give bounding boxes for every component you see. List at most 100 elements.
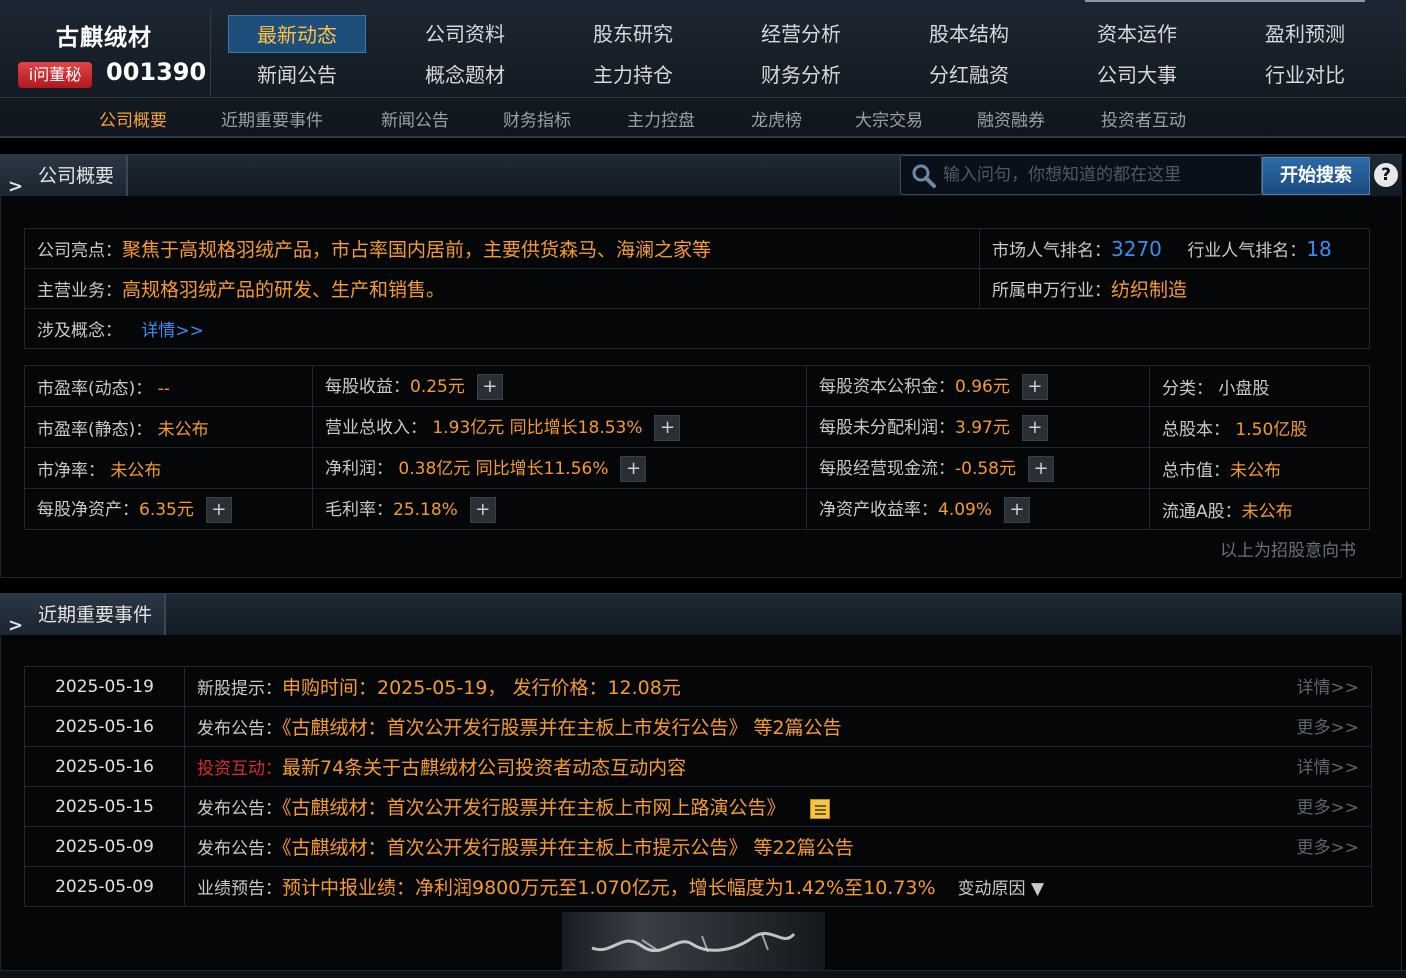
industry-rank-value[interactable]: 18 <box>1306 237 1331 261</box>
concept-details-link[interactable]: 详情>> <box>141 321 204 341</box>
highlight-row: 公司亮点：聚焦于高规格羽绒产品，市占率国内居前，主要供货森马、海澜之家等 市场人… <box>24 228 1370 269</box>
business-cell: 主营业务：高规格羽绒产品的研发、生产和销售。 <box>24 268 980 309</box>
nav-shareholder-research[interactable]: 股东研究 <box>564 15 702 53</box>
bottom-bar <box>0 970 1406 978</box>
bvps-value: 6.35元 <box>139 500 194 520</box>
expand-plus-icon[interactable]: + <box>1028 456 1054 482</box>
float-a-value: 未公布 <box>1241 501 1293 522</box>
nav-concepts[interactable]: 概念题材 <box>396 56 534 94</box>
change-reason-toggle[interactable]: 变动原因 ▼ <box>958 879 1044 899</box>
event-body: 发布公告：《古麒绒材：首次公开发行股票并在主板上市提示公告》 等22篇公告 更多… <box>184 826 1372 867</box>
market-cap-label: 总市值： <box>1162 460 1230 481</box>
expand-plus-icon[interactable]: + <box>1021 415 1048 441</box>
stock-code: 001390 <box>106 58 207 86</box>
event-text[interactable]: 《古麒绒材：首次公开发行股票并在主板上市网上路演公告》 <box>282 797 786 819</box>
nav-profit-forecast[interactable]: 盈利预测 <box>1236 15 1374 53</box>
nav-dividend-financing[interactable]: 分红融资 <box>900 56 1038 94</box>
event-text[interactable]: 预计中报业绩：净利润9800万元至1.070亿元，增长幅度为1.42%至10.7… <box>282 877 936 899</box>
event-more-link[interactable]: 详情>> <box>1297 753 1360 778</box>
nav-company-info[interactable]: 公司资料 <box>396 15 534 53</box>
metric-cell: 每股经营现金流：-0.58元 + <box>806 447 1150 489</box>
events-header: > 近期重要事件 <box>0 593 1402 636</box>
business-label: 主营业务： <box>37 281 122 301</box>
event-text[interactable]: 《古麒绒材：首次公开发行股票并在主板上市发行公告》 等2篇公告 <box>282 717 842 739</box>
nav-main-holdings[interactable]: 主力持仓 <box>564 56 702 94</box>
metric-cell: 总股本： 1.50亿股 <box>1149 406 1370 448</box>
market-rank-value[interactable]: 3270 <box>1111 237 1162 261</box>
subnav-investor-interaction[interactable]: 投资者互动 <box>1101 106 1186 131</box>
event-type: 新股提示： <box>197 679 282 699</box>
nav-news-announcements[interactable]: 新闻公告 <box>228 56 366 94</box>
nav-company-events[interactable]: 公司大事 <box>1068 56 1206 94</box>
expand-plus-icon[interactable]: + <box>469 497 496 523</box>
nav-operation-analysis[interactable]: 经营分析 <box>732 15 870 53</box>
bvps-label: 每股净资产： <box>37 500 139 520</box>
prospectus-note: 以上为招股意向书 <box>1220 541 1356 561</box>
subnav-dragon-tiger[interactable]: 龙虎榜 <box>751 106 802 131</box>
op-cashflow-label: 每股经营现金流： <box>819 459 955 479</box>
expand-plus-icon[interactable]: + <box>476 374 503 400</box>
pe-static-value: 未公布 <box>157 419 209 440</box>
metric-cell: 每股净资产：6.35元 + <box>24 488 313 530</box>
subnav-margin-trading[interactable]: 融资融券 <box>977 106 1045 131</box>
sub-navigation: 公司概要 近期重要事件 新闻公告 财务指标 主力控盘 龙虎榜 大宗交易 融资融券… <box>0 97 1406 137</box>
event-body: 投资互动：最新74条关于古麒绒材公司投资者动态互动内容 详情>> <box>184 746 1372 787</box>
metric-cell: 净利润： 0.38亿元 同比增长11.56% + <box>312 447 807 489</box>
document-icon[interactable] <box>809 799 830 819</box>
subnav-recent-events[interactable]: 近期重要事件 <box>221 106 323 131</box>
metric-cell: 分类： 小盘股 <box>1149 365 1370 407</box>
event-row: 2025-05-19 新股提示：申购时间：2025-05-19， 发行价格：12… <box>24 666 1372 707</box>
event-date: 2025-05-19 <box>24 666 185 707</box>
subnav-news[interactable]: 新闻公告 <box>381 106 449 131</box>
net-profit-label: 净利润： <box>325 459 393 479</box>
event-more-link[interactable]: 更多>> <box>1297 833 1360 858</box>
event-text[interactable]: 最新74条关于古麒绒材公司投资者动态互动内容 <box>282 757 686 779</box>
expand-plus-icon[interactable]: + <box>1004 497 1031 523</box>
event-type: 发布公告： <box>197 839 282 859</box>
subnav-financial-indicators[interactable]: 财务指标 <box>503 106 571 131</box>
event-more-link[interactable]: 更多>> <box>1297 793 1360 818</box>
subnav-main-control[interactable]: 主力控盘 <box>627 106 695 131</box>
subnav-company-summary[interactable]: 公司概要 <box>99 106 167 131</box>
nav-latest-news[interactable]: 最新动态 <box>228 15 366 53</box>
event-type: 发布公告： <box>197 719 282 739</box>
event-row: 2025-05-15 发布公告：《古麒绒材：首次公开发行股票并在主板上市网上路演… <box>24 786 1372 827</box>
sw-industry-value[interactable]: 纺织制造 <box>1111 279 1187 301</box>
event-body: 新股提示：申购时间：2025-05-19， 发行价格：12.08元 详情>> <box>184 666 1372 707</box>
event-text[interactable]: 《古麒绒材：首次公开发行股票并在主板上市提示公告》 等22篇公告 <box>282 837 854 859</box>
help-icon[interactable]: ? <box>1374 163 1398 187</box>
roe-label: 净资产收益率： <box>819 500 938 520</box>
event-more-link[interactable]: 详情>> <box>1297 673 1360 698</box>
eps-label: 每股收益： <box>325 377 410 397</box>
highlight-label: 公司亮点： <box>37 241 122 261</box>
nav-capital-operation[interactable]: 资本运作 <box>1068 15 1206 53</box>
capital-reserve-label: 每股资本公积金： <box>819 377 955 397</box>
net-profit-value: 0.38亿元 同比增长11.56% <box>398 459 609 479</box>
market-cap-value: 未公布 <box>1230 460 1281 481</box>
roe-value: 4.09% <box>938 500 993 520</box>
event-row: 2025-05-09 发布公告：《古麒绒材：首次公开发行股票并在主板上市提示公告… <box>24 826 1372 867</box>
recent-events-table: 2025-05-19 新股提示：申购时间：2025-05-19， 发行价格：12… <box>24 666 1372 907</box>
float-a-label: 流通A股： <box>1162 501 1242 522</box>
nav-share-structure[interactable]: 股本结构 <box>900 15 1038 53</box>
event-text[interactable]: 申购时间：2025-05-19， 发行价格：12.08元 <box>282 677 681 699</box>
search-button[interactable]: 开始搜索 <box>1262 157 1370 195</box>
search-input[interactable] <box>943 158 1253 192</box>
highlight-text: 聚焦于高规格羽绒产品，市占率国内居前，主要供货森马、海澜之家等 <box>122 239 712 261</box>
business-row: 主营业务：高规格羽绒产品的研发、生产和销售。 所属申万行业：纺织制造 <box>24 268 1370 309</box>
concept-row: 涉及概念： 详情>> <box>24 308 1370 349</box>
nav-financial-analysis[interactable]: 财务分析 <box>732 56 870 94</box>
ask-secretary-badge[interactable]: i问董秘 <box>18 62 92 88</box>
highlight-cell: 公司亮点：聚焦于高规格羽绒产品，市占率国内居前，主要供货森马、海澜之家等 <box>24 228 980 269</box>
pe-dynamic-value: -- <box>157 378 170 399</box>
revenue-label: 营业总收入： <box>325 418 427 438</box>
event-more-link[interactable]: 更多>> <box>1297 713 1360 738</box>
nav-industry-comparison[interactable]: 行业对比 <box>1236 56 1374 94</box>
expand-plus-icon[interactable]: + <box>654 415 681 441</box>
expand-plus-icon[interactable]: + <box>1021 374 1048 400</box>
subnav-block-trades[interactable]: 大宗交易 <box>855 106 923 131</box>
expand-plus-icon[interactable]: + <box>620 456 647 482</box>
event-date: 2025-05-09 <box>24 866 185 907</box>
expand-plus-icon[interactable]: + <box>205 497 232 523</box>
eps-value: 0.25元 <box>410 377 465 397</box>
